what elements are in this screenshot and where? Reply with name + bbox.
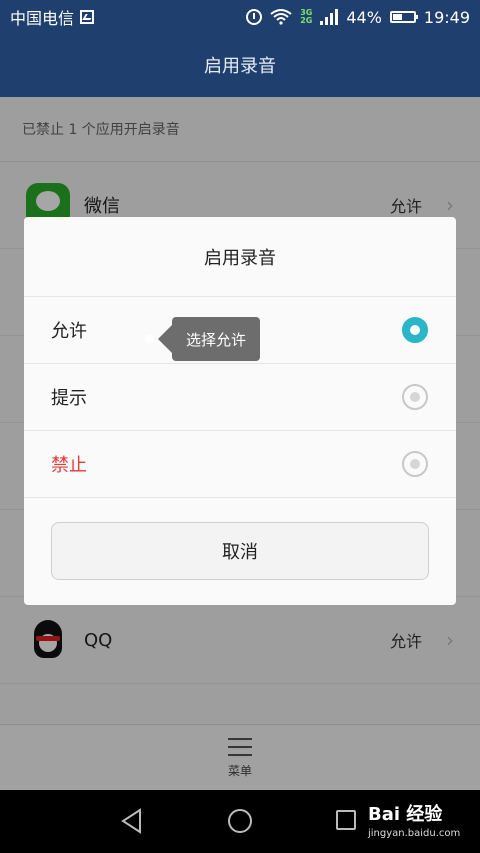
record-permission-dialog: 启用录音 允许 提示 禁止 取消 <box>24 217 456 605</box>
home-icon[interactable] <box>228 809 252 833</box>
signal-icon <box>320 9 339 25</box>
radio-selected-icon[interactable] <box>402 317 428 343</box>
cancel-button[interactable]: 取消 <box>51 522 429 580</box>
tap-indicator <box>144 334 154 344</box>
back-icon[interactable] <box>120 808 144 838</box>
radio-unselected-icon[interactable] <box>402 384 428 410</box>
wifi-icon <box>270 9 292 25</box>
network-type: 3G 2G <box>300 8 313 25</box>
watermark: Bai 经验 jingyan.baidu.com <box>368 800 460 839</box>
radio-unselected-icon[interactable] <box>402 451 428 477</box>
battery-icon <box>389 11 418 23</box>
watermark-sub: jingyan.baidu.com <box>368 828 461 839</box>
status-bar: 中国电信 3G 2G 44% 19:49 <box>0 0 480 34</box>
navigation-bar: Bai 经验 jingyan.baidu.com <box>0 790 480 853</box>
option-label: 提示 <box>51 388 87 409</box>
option-label: 禁止 <box>51 455 87 476</box>
dialog-title: 启用录音 <box>24 217 456 297</box>
battery-percent: 44% <box>346 7 382 27</box>
annotation-tooltip: 选择允许 <box>157 317 261 361</box>
recent-apps-icon[interactable] <box>336 810 356 830</box>
option-label: 允许 <box>51 321 87 342</box>
clock: 19:49 <box>423 7 470 27</box>
watermark-main: Bai 经验 <box>368 804 443 825</box>
carrier-label: 中国电信 <box>10 9 75 28</box>
image-notification-icon <box>80 10 95 24</box>
option-deny[interactable]: 禁止 <box>24 431 456 498</box>
page-title: 启用录音 <box>204 56 276 77</box>
top-bar: 中国电信 3G 2G 44% 19:49 启用录音 <box>0 0 480 97</box>
option-prompt[interactable]: 提示 <box>24 364 456 431</box>
alarm-icon <box>246 9 263 25</box>
